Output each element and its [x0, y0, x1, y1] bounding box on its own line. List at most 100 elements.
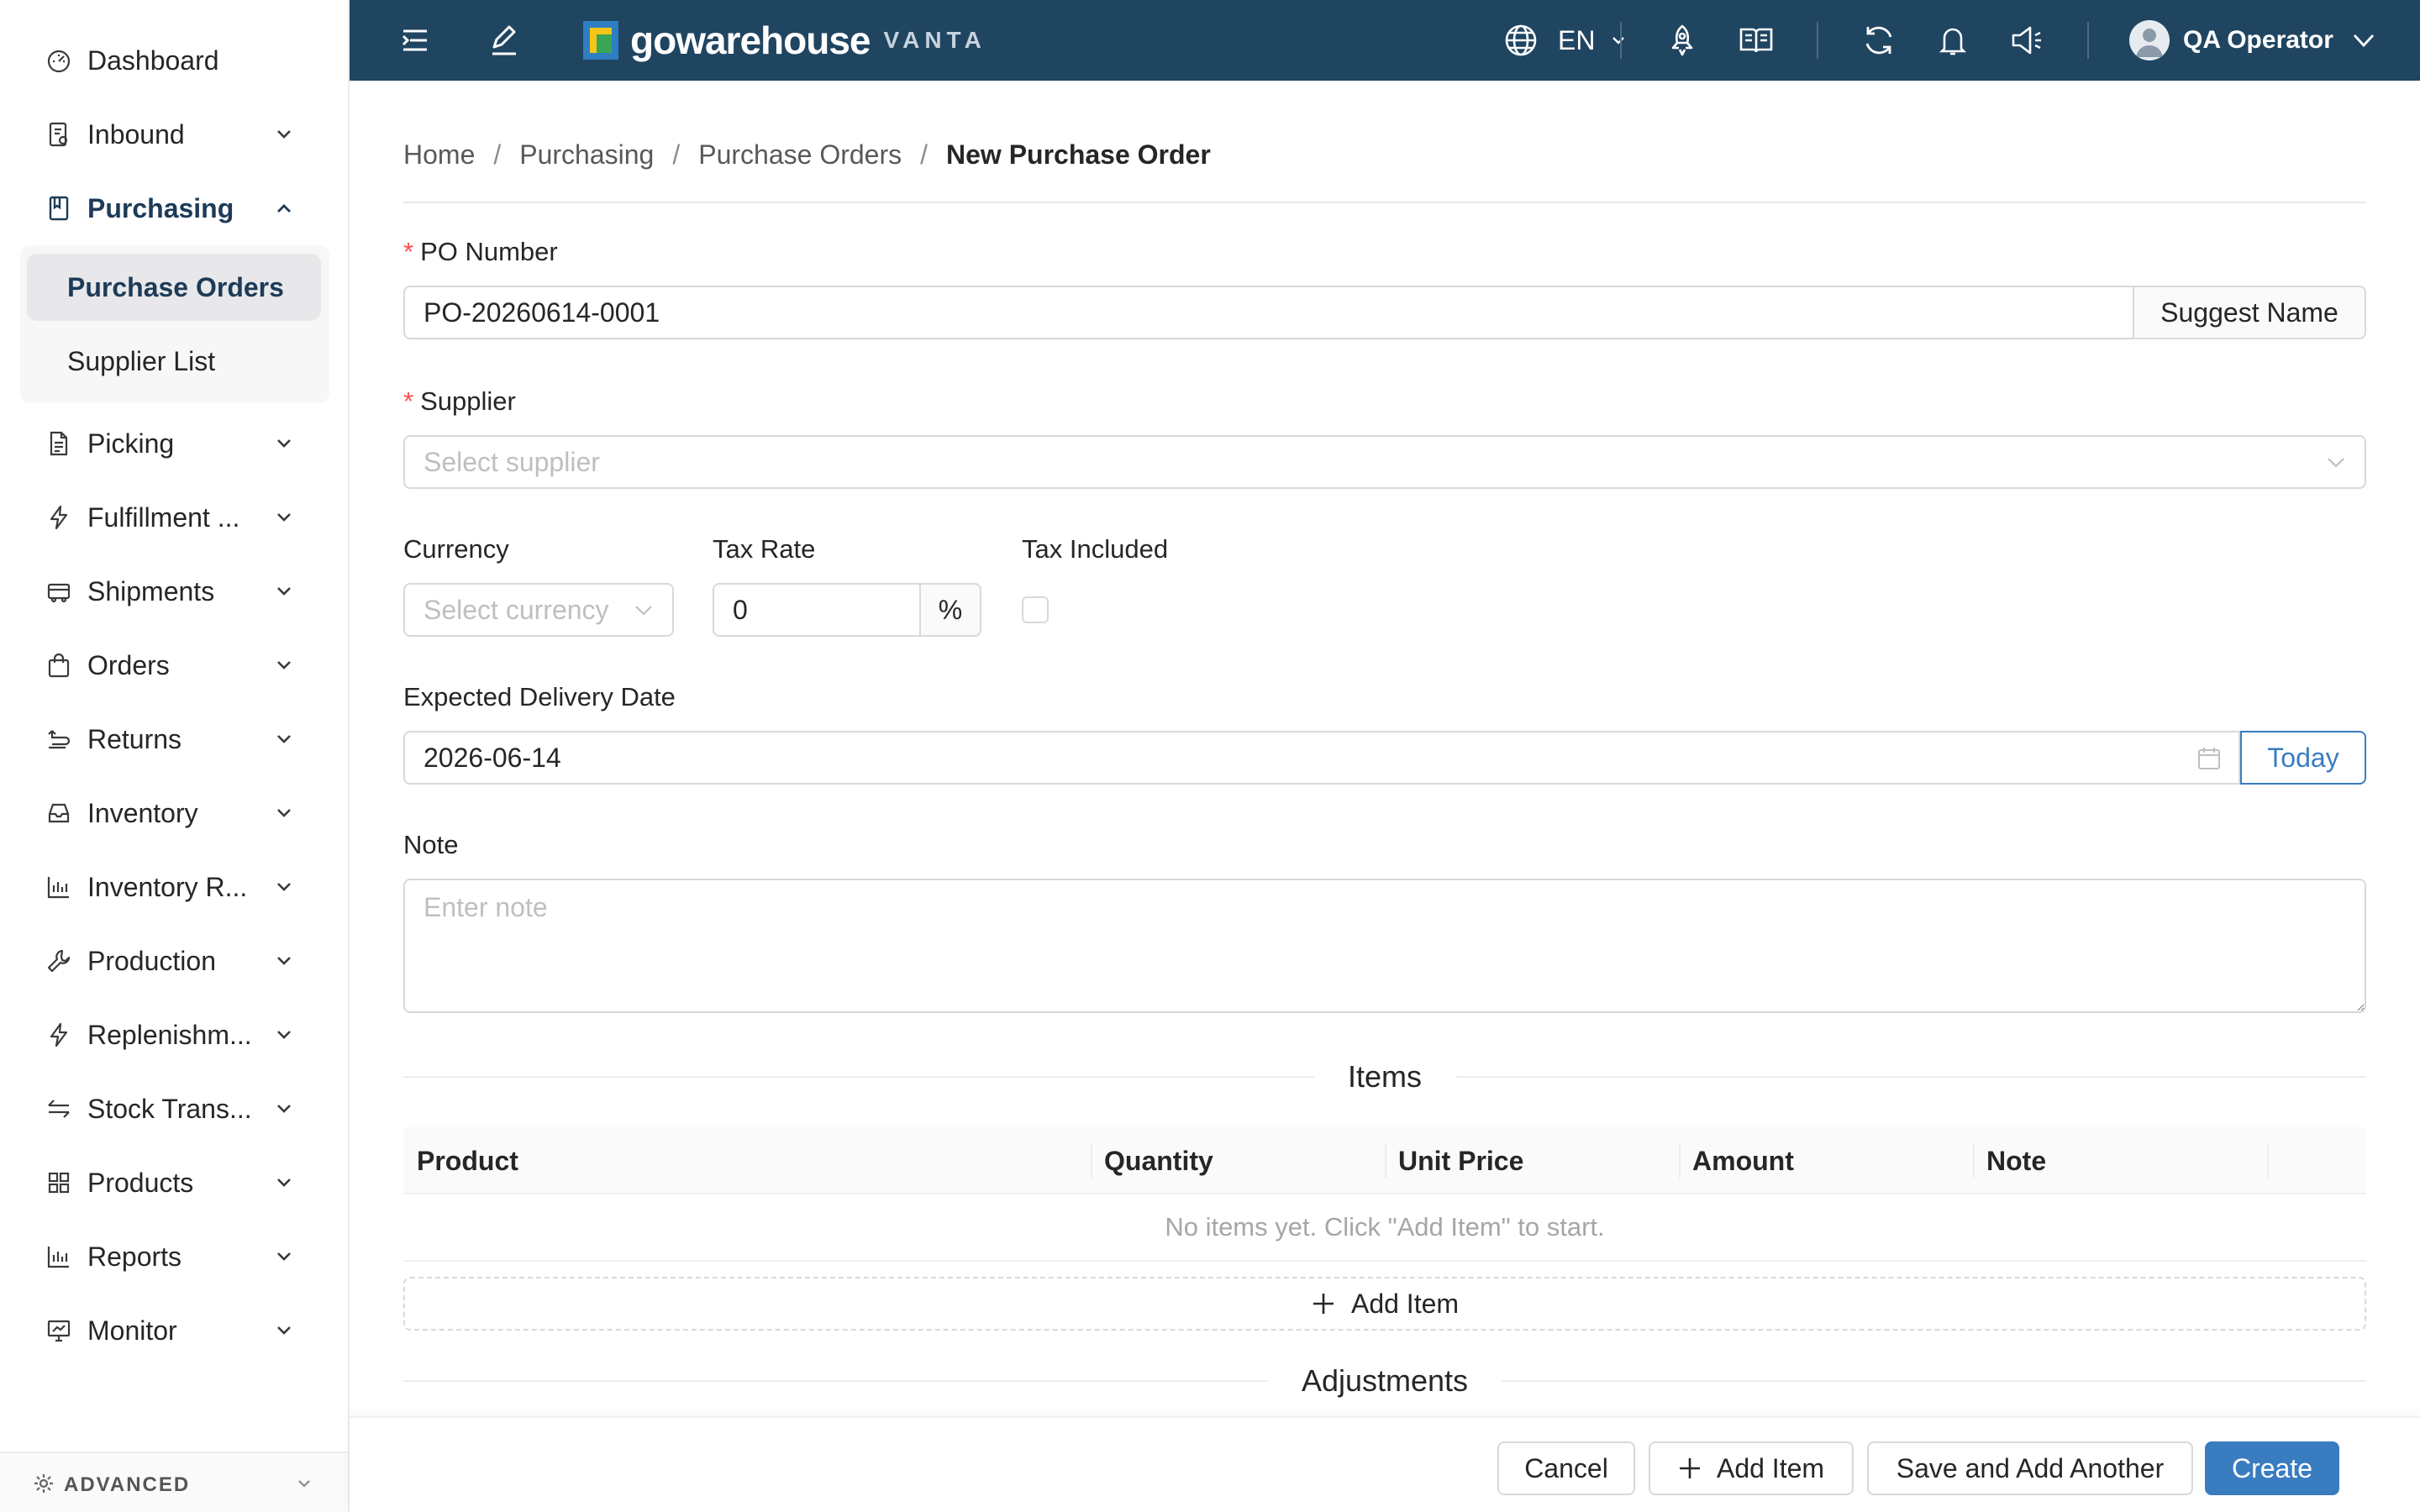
sidebar-item-label: Stock Trans... — [87, 1093, 252, 1124]
sidebar-item-label: Replenishm... — [87, 1019, 252, 1050]
language-selector[interactable]: EN — [1502, 18, 1628, 62]
currency-select[interactable]: Select currency — [403, 583, 674, 637]
book-icon[interactable] — [1738, 22, 1775, 59]
sidebar-item-inventory-reports[interactable]: Inventory R... — [20, 857, 329, 917]
tax-rate-label: Tax Rate — [713, 534, 816, 564]
purchasing-submenu: Purchase Orders Supplier List — [20, 245, 329, 403]
shopping-bag-icon — [45, 652, 72, 679]
sidebar-subitem-purchase-orders[interactable]: Purchase Orders — [27, 254, 321, 321]
sidebar-item-label: Reports — [87, 1241, 182, 1272]
currency-label: Currency — [403, 534, 509, 564]
tool-icon — [45, 948, 72, 974]
avatar — [2129, 20, 2170, 60]
sidebar-item-label: Picking — [87, 428, 175, 459]
tax-included-label: Tax Included — [1022, 534, 1169, 564]
chevron-down-icon — [272, 1097, 296, 1121]
sidebar-item-label: Products — [87, 1167, 194, 1198]
sidebar-subitem-supplier-list[interactable]: Supplier List — [27, 328, 321, 395]
add-item-dashed-button[interactable]: Add Item — [403, 1277, 2366, 1331]
bar-chart-icon — [45, 1243, 72, 1270]
sidebar-item-products[interactable]: Products — [20, 1152, 329, 1213]
logo-mark — [583, 21, 618, 60]
cancel-button[interactable]: Cancel — [1497, 1441, 1635, 1495]
language-label: EN — [1558, 24, 1596, 55]
sidebar-item-replenishment[interactable]: Replenishm... — [20, 1005, 329, 1065]
breadcrumb-purchasing[interactable]: Purchasing — [519, 139, 654, 171]
header-divider — [1620, 22, 1622, 59]
chevron-down-icon — [272, 727, 296, 751]
chevron-down-icon — [2350, 27, 2377, 54]
expected-delivery-date-input[interactable]: 2026-06-14 — [403, 731, 2240, 785]
po-number-label: * PO Number — [403, 237, 558, 267]
sidebar-item-label: Purchasing — [87, 192, 234, 223]
lightning-icon — [45, 504, 72, 531]
sidebar-item-reports[interactable]: Reports — [20, 1226, 329, 1287]
add-item-button[interactable]: Add Item — [1649, 1441, 1854, 1495]
adjustments-section-title: Adjustments — [1301, 1363, 1469, 1398]
speaker-icon[interactable] — [2008, 22, 2045, 59]
supplier-label-text: Supplier — [420, 386, 516, 416]
edit-icon[interactable] — [486, 22, 523, 59]
menu-toggle-icon[interactable] — [397, 22, 434, 59]
sidebar-item-inventory[interactable]: Inventory — [20, 783, 329, 843]
rocket-icon[interactable] — [1664, 22, 1701, 59]
refresh-icon[interactable] — [1860, 22, 1897, 59]
purchasing-icon — [45, 195, 72, 222]
user-menu[interactable]: QA Operator — [2129, 17, 2377, 64]
items-section-title: Items — [1348, 1059, 1423, 1094]
sidebar-item-monitor[interactable]: Monitor — [20, 1300, 329, 1361]
sidebar-item-fulfillment[interactable]: Fulfillment ... — [20, 487, 329, 548]
breadcrumb-divider — [403, 202, 2366, 203]
advanced-toggle[interactable]: ADVANCED — [0, 1452, 348, 1512]
save-and-add-another-button[interactable]: Save and Add Another — [1867, 1441, 2193, 1495]
sidebar-item-orders[interactable]: Orders — [20, 635, 329, 696]
supplier-select[interactable]: Select supplier — [403, 435, 2366, 489]
column-header-quantity: Quantity — [1104, 1145, 1213, 1176]
create-button[interactable]: Create — [2205, 1441, 2339, 1495]
tax-rate-value: 0 — [733, 594, 748, 625]
plus-icon — [1311, 1291, 1336, 1316]
lightning-icon — [45, 1021, 72, 1048]
truck-icon — [45, 578, 72, 605]
tax-rate-suffix: % — [919, 583, 981, 637]
calendar-icon[interactable] — [2196, 746, 2222, 771]
po-number-value: PO-20260614-0001 — [424, 297, 660, 328]
sidebar-item-shipments[interactable]: Shipments — [20, 561, 329, 622]
sidebar-item-label: Production — [87, 945, 216, 976]
chevron-down-icon — [272, 1245, 296, 1268]
app-logo[interactable]: gowarehouse VANTA — [583, 18, 986, 62]
sidebar-item-dashboard[interactable]: Dashboard — [20, 30, 329, 91]
return-icon — [45, 726, 72, 753]
sidebar-item-label: Monitor — [87, 1315, 177, 1346]
inbox-icon — [45, 800, 72, 827]
sidebar-item-inbound[interactable]: Inbound — [20, 104, 329, 165]
breadcrumb-separator: / — [672, 139, 681, 170]
suggest-name-button[interactable]: Suggest Name — [2133, 286, 2366, 339]
sidebar-item-picking[interactable]: Picking — [20, 413, 329, 474]
top-header: gowarehouse VANTA EN QA Operator — [350, 0, 2420, 81]
note-textarea[interactable] — [403, 879, 2366, 1013]
sidebar-item-purchasing[interactable]: Purchasing — [20, 178, 329, 239]
sidebar-item-label: Dashboard — [87, 45, 219, 76]
sidebar-item-label: Shipments — [87, 575, 215, 606]
logo-text: gowarehouse — [630, 18, 871, 62]
sidebar-item-stock-transfer[interactable]: Stock Trans... — [20, 1079, 329, 1139]
dashboard-icon — [45, 47, 72, 74]
chevron-down-icon — [272, 123, 296, 146]
tax-included-checkbox[interactable] — [1022, 596, 1049, 623]
plus-icon — [1678, 1457, 1702, 1480]
breadcrumb-current: New Purchase Order — [946, 139, 1211, 170]
bell-icon[interactable] — [1934, 22, 1971, 59]
sidebar-item-production[interactable]: Production — [20, 931, 329, 991]
chevron-down-icon — [272, 1023, 296, 1047]
today-button[interactable]: Today — [2240, 731, 2366, 785]
inbound-icon — [45, 121, 72, 148]
column-header-product: Product — [417, 1145, 518, 1176]
sidebar-item-returns[interactable]: Returns — [20, 709, 329, 769]
po-number-input[interactable]: PO-20260614-0001 — [403, 286, 2134, 339]
breadcrumb-purchase-orders[interactable]: Purchase Orders — [698, 139, 902, 171]
tax-rate-input[interactable]: 0 — [713, 583, 921, 637]
breadcrumb-home[interactable]: Home — [403, 139, 475, 171]
advanced-label: ADVANCED — [64, 1473, 191, 1496]
chevron-down-icon — [632, 598, 655, 622]
